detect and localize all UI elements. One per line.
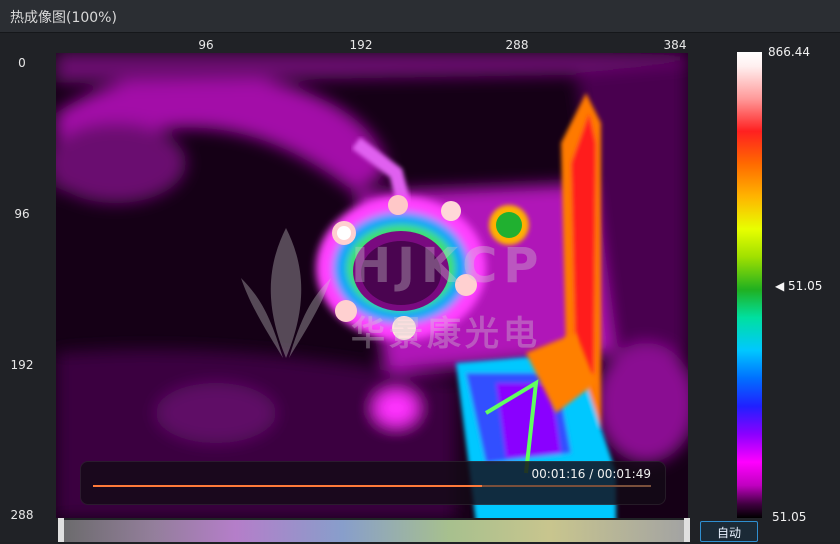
y-tick: 0 bbox=[18, 56, 26, 70]
window-titlebar: 热成像图(100%) bbox=[0, 0, 840, 33]
thermal-image[interactable]: HJKCP 华景康光电 bbox=[56, 53, 688, 518]
temperature-colorbar bbox=[737, 52, 762, 518]
y-tick: 96 bbox=[14, 207, 30, 221]
x-tick: 384 bbox=[663, 38, 687, 52]
x-tick: 288 bbox=[505, 38, 529, 52]
auto-button[interactable]: 自动 bbox=[700, 521, 758, 542]
thermal-scene bbox=[56, 53, 688, 518]
colorbar-pointer-label[interactable]: ◀ 51.05 bbox=[775, 279, 822, 293]
x-tick: 192 bbox=[349, 38, 373, 52]
y-tick: 288 bbox=[10, 508, 34, 522]
range-handle-left[interactable] bbox=[58, 518, 64, 542]
progress-fill bbox=[93, 485, 482, 487]
colorbar-max-label: 866.44 bbox=[768, 45, 810, 59]
playback-bar: 00:01:16 / 00:01:49 bbox=[80, 461, 666, 505]
colorbar-min-label: 51.05 bbox=[772, 510, 807, 524]
progress-track[interactable] bbox=[93, 485, 651, 487]
palette-strip[interactable] bbox=[60, 520, 688, 542]
playback-time: 00:01:16 / 00:01:49 bbox=[531, 467, 651, 481]
y-tick: 192 bbox=[10, 358, 34, 372]
x-tick: 96 bbox=[198, 38, 214, 52]
range-handle-right[interactable] bbox=[684, 518, 690, 542]
window-title: 热成像图(100%) bbox=[10, 10, 117, 26]
